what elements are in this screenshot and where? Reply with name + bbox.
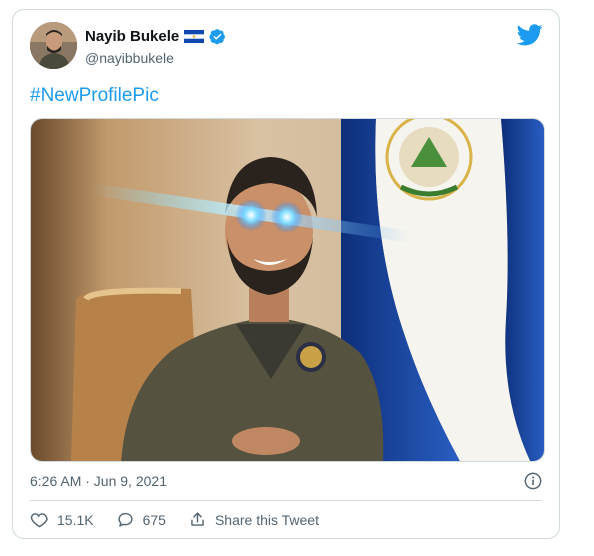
share-label: Share this Tweet	[214, 511, 319, 528]
divider	[30, 500, 542, 501]
share-button[interactable]: Share this Tweet	[188, 510, 319, 529]
tweet-card: Nayib Bukele @nayibbukele #NewProfilePic	[12, 9, 560, 539]
display-name[interactable]: Nayib Bukele	[85, 28, 179, 45]
reply-button[interactable]: 675	[116, 510, 166, 529]
tweet-timestamp[interactable]: 6:26 AM · Jun 9, 2021	[30, 473, 167, 489]
reply-icon	[118, 512, 133, 527]
photo-image	[31, 119, 544, 461]
twitter-bird-icon[interactable]	[517, 24, 543, 46]
tweet-photo[interactable]	[30, 118, 545, 462]
info-icon[interactable]	[524, 472, 542, 490]
like-count: 15.1K	[57, 511, 94, 528]
author-name-row[interactable]: Nayib Bukele	[85, 28, 226, 45]
verified-badge-icon	[209, 29, 226, 45]
author-handle[interactable]: @nayibbukele	[85, 50, 174, 66]
flag-icon	[184, 30, 205, 43]
hashtag-link[interactable]: #NewProfilePic	[30, 85, 159, 107]
tweet-actions: 15.1K 675 Share this Tweet	[30, 510, 341, 529]
avatar-image	[30, 22, 77, 69]
avatar[interactable]	[30, 22, 77, 69]
share-icon	[191, 512, 204, 526]
like-button[interactable]: 15.1K	[30, 510, 94, 529]
heart-icon	[30, 513, 48, 528]
reply-count: 675	[142, 511, 166, 528]
